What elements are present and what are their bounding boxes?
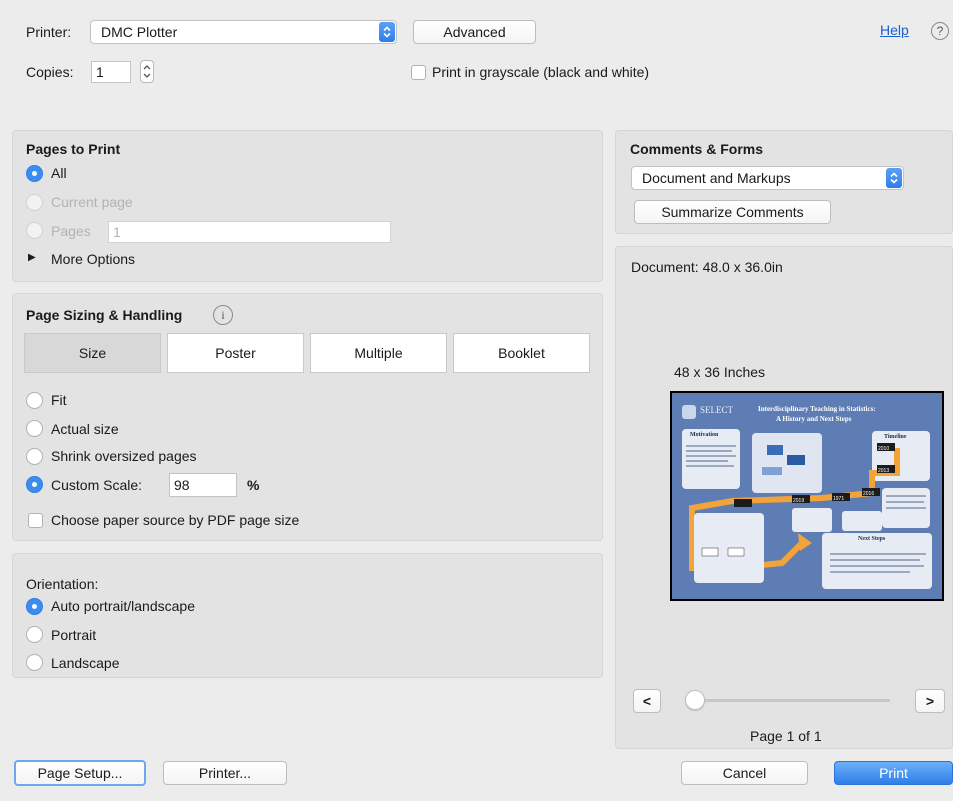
- poster-year-label: 2019: [793, 498, 804, 504]
- more-options-label[interactable]: More Options: [51, 251, 135, 267]
- percent-label: %: [247, 477, 260, 493]
- paper-source-checkbox[interactable]: [28, 513, 43, 528]
- radio-current-page[interactable]: [26, 194, 43, 211]
- tab-multiple[interactable]: Multiple: [310, 333, 447, 373]
- radio-fit-label: Fit: [51, 392, 67, 408]
- page-caption: 48 x 36 Inches: [674, 364, 766, 380]
- paper-source-label: Choose paper source by PDF page size: [51, 512, 300, 528]
- disclosure-triangle-icon[interactable]: ▶: [28, 252, 36, 263]
- radio-all[interactable]: [26, 165, 43, 182]
- tab-booklet[interactable]: Booklet: [453, 333, 590, 373]
- poster-preview: 2010 2013 2016 1971 2019 SELECT Interdiscipl…: [670, 391, 944, 601]
- comments-forms-title: Comments & Forms: [630, 141, 764, 157]
- radio-actual-size[interactable]: [26, 420, 43, 437]
- poster-year-label: 2013: [878, 468, 889, 474]
- radio-shrink-oversized-label: Shrink oversized pages: [51, 448, 197, 464]
- printer-label: Printer:: [26, 24, 72, 40]
- custom-scale-value: 98: [174, 477, 190, 493]
- copies-label: Copies:: [26, 64, 74, 80]
- tab-multiple-label: Multiple: [354, 345, 403, 361]
- tab-poster-label: Poster: [215, 345, 256, 361]
- poster-graphic: 2010 2013 2016 1971 2019: [672, 393, 942, 599]
- radio-current-page-label: Current page: [51, 194, 133, 210]
- radio-actual-size-label: Actual size: [51, 421, 119, 437]
- radio-pages-label: Pages: [51, 223, 91, 239]
- radio-shrink-oversized[interactable]: [26, 448, 43, 465]
- radio-custom-scale-label: Custom Scale:: [51, 477, 143, 493]
- copies-field[interactable]: 1: [91, 61, 131, 83]
- printer-select-value: DMC Plotter: [101, 24, 178, 40]
- poster-next-steps-heading: Next Steps: [858, 536, 886, 542]
- cancel-button[interactable]: Cancel: [681, 761, 808, 785]
- poster-logo-mark: [682, 405, 696, 419]
- tab-size[interactable]: Size: [24, 333, 161, 373]
- poster-motivation-heading: Motivation: [690, 432, 719, 438]
- next-page-button[interactable]: >: [915, 689, 945, 713]
- poster-year-label: 1971: [833, 496, 844, 502]
- orientation-title: Orientation:: [26, 576, 99, 592]
- poster-logo-text: SELECT: [700, 405, 733, 415]
- poster-title-line-1: Interdisciplinary Teaching in Statistics…: [758, 405, 876, 413]
- print-button[interactable]: Print: [834, 761, 953, 785]
- summarize-comments-button[interactable]: Summarize Comments: [634, 200, 831, 224]
- info-icon[interactable]: i: [213, 305, 233, 325]
- radio-portrait-label: Portrait: [51, 627, 97, 643]
- radio-landscape[interactable]: [26, 654, 43, 671]
- page-indicator: Page 1 of 1: [750, 728, 822, 744]
- tab-size-label: Size: [78, 345, 107, 361]
- radio-auto-orientation[interactable]: [26, 598, 43, 615]
- help-link[interactable]: Help: [880, 22, 909, 38]
- radio-pages[interactable]: [26, 222, 43, 239]
- copies-stepper[interactable]: [140, 60, 154, 83]
- printer-button[interactable]: Printer...: [163, 761, 287, 785]
- radio-landscape-label: Landscape: [51, 655, 120, 671]
- poster-year-label: 2016: [863, 491, 874, 497]
- poster-title-line-2: A History and Next Steps: [776, 415, 852, 423]
- pages-range-value: 1: [113, 224, 121, 240]
- custom-scale-field[interactable]: 98: [169, 473, 237, 497]
- poster-year-label: 2010: [878, 446, 889, 452]
- grayscale-label: Print in grayscale (black and white): [432, 64, 650, 80]
- page-slider-track[interactable]: [690, 699, 890, 702]
- grayscale-checkbox[interactable]: [411, 65, 426, 80]
- advanced-button[interactable]: Advanced: [413, 20, 536, 44]
- printer-select[interactable]: DMC Plotter: [90, 20, 397, 44]
- page-slider-thumb[interactable]: [685, 690, 705, 710]
- radio-all-label: All: [51, 165, 67, 181]
- select-chevron-icon: [886, 168, 902, 188]
- page-sizing-panel: [12, 293, 603, 541]
- pages-to-print-title: Pages to Print: [26, 141, 121, 157]
- comments-select[interactable]: Document and Markups: [631, 166, 904, 190]
- tab-poster[interactable]: Poster: [167, 333, 304, 373]
- radio-fit[interactable]: [26, 392, 43, 409]
- radio-auto-orientation-label: Auto portrait/landscape: [51, 598, 195, 614]
- radio-portrait[interactable]: [26, 626, 43, 643]
- comments-select-value: Document and Markups: [642, 170, 791, 186]
- tab-booklet-label: Booklet: [498, 345, 545, 361]
- page-sizing-title: Page Sizing & Handling: [26, 307, 183, 323]
- pages-range-field[interactable]: 1: [108, 221, 391, 243]
- stepper-arrows-icon: [143, 65, 151, 78]
- radio-custom-scale[interactable]: [26, 476, 43, 493]
- document-size-label: Document: 48.0 x 36.0in: [631, 259, 783, 275]
- poster-timeline-heading: Timeline: [884, 434, 907, 440]
- page-setup-button[interactable]: Page Setup...: [14, 760, 146, 786]
- copies-value: 1: [96, 64, 104, 80]
- prev-page-button[interactable]: <: [633, 689, 661, 713]
- help-icon[interactable]: ?: [931, 22, 949, 40]
- select-chevron-icon: [379, 22, 395, 42]
